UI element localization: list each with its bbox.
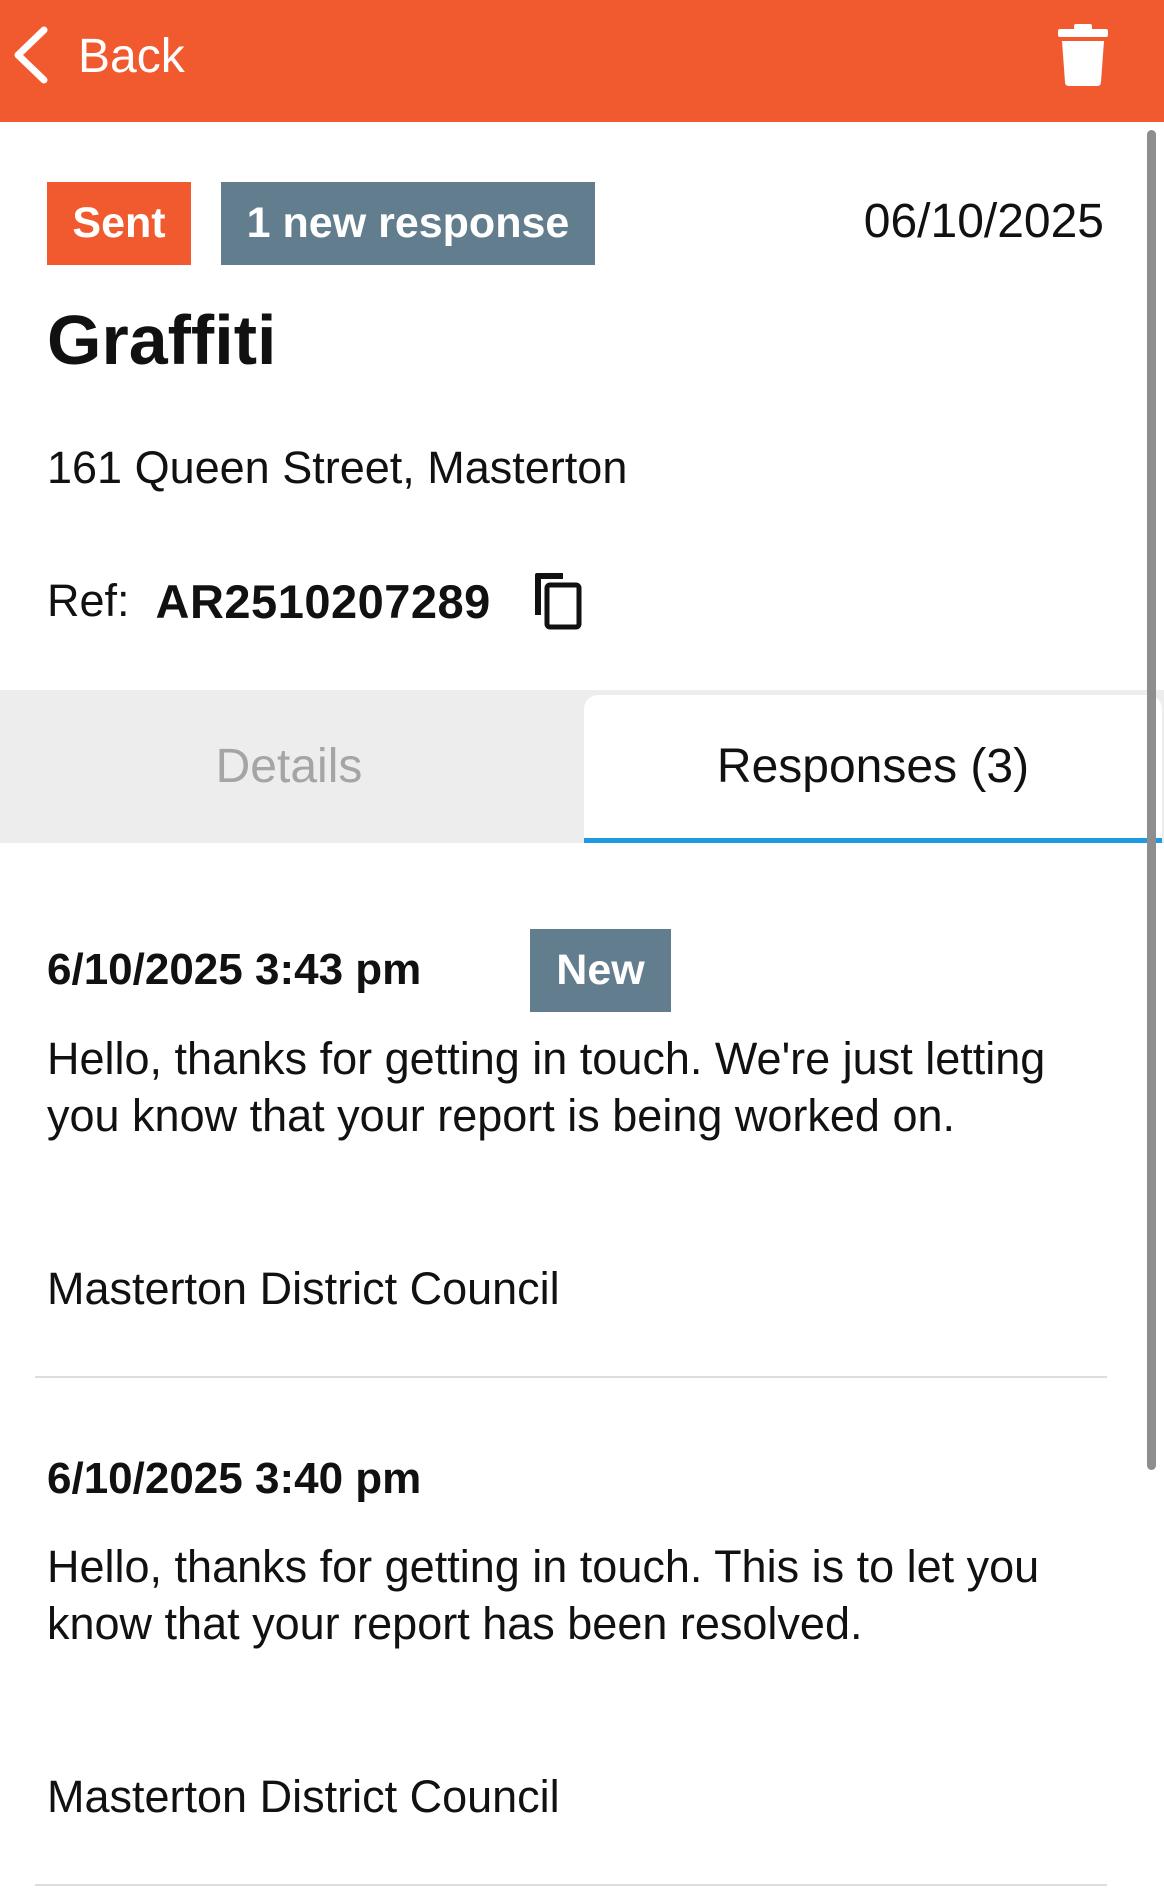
response-signature: Masterton District Council: [47, 1263, 560, 1314]
copy-icon[interactable]: [531, 571, 583, 631]
chevron-left-icon: [10, 24, 54, 91]
scrollbar[interactable]: [1147, 130, 1156, 1470]
reference-row: Ref: AR2510207289: [47, 570, 583, 632]
report-detail-screen: Back Sent 1 new response 06/10/2025 Graf…: [0, 0, 1164, 1899]
top-bar: Back: [0, 0, 1164, 122]
report-date: 06/10/2025: [863, 195, 1104, 248]
delete-button[interactable]: [1058, 24, 1108, 86]
response-signature: Masterton District Council: [47, 1771, 560, 1822]
back-label: Back: [78, 30, 185, 83]
back-button[interactable]: Back: [10, 22, 185, 92]
new-badge: New: [530, 929, 671, 1012]
response-body: Hello, thanks for getting in touch. This…: [47, 1541, 1040, 1649]
divider: [35, 1376, 1107, 1378]
trash-icon: [1058, 24, 1108, 90]
divider: [35, 1884, 1107, 1886]
response-body: Hello, thanks for getting in touch. We'r…: [47, 1033, 1046, 1141]
response-date: 6/10/2025 3:43 pm: [47, 945, 422, 994]
report-title: Graffiti: [47, 301, 277, 379]
report-address: 161 Queen Street, Masterton: [47, 442, 628, 493]
new-response-badge: 1 new response: [221, 182, 595, 265]
ref-value: AR2510207289: [155, 574, 491, 628]
response-date: 6/10/2025 3:40 pm: [47, 1454, 422, 1503]
status-badge: Sent: [47, 182, 191, 265]
tab-bar: Details Responses (3): [0, 690, 1164, 843]
tab-responses[interactable]: Responses (3): [584, 695, 1162, 843]
tab-details[interactable]: Details: [0, 690, 578, 843]
ref-label: Ref:: [47, 575, 130, 626]
